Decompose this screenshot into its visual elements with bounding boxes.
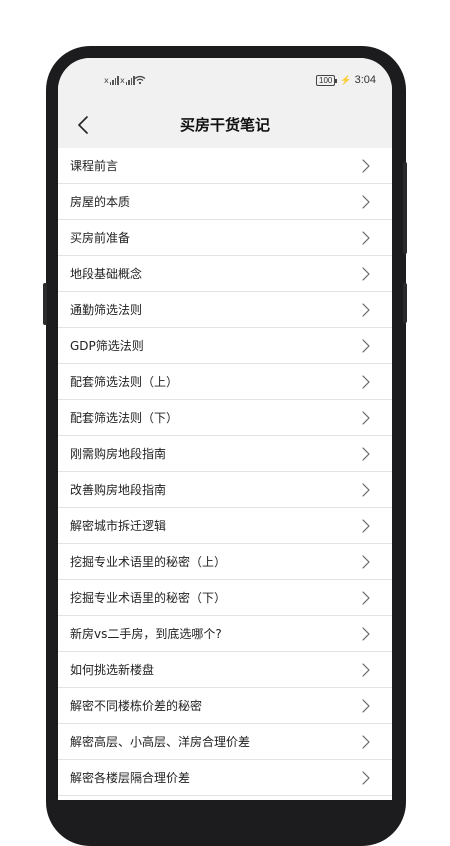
list-item-label: 新房vs二手房，到底选哪个? (70, 627, 222, 641)
volume-button (403, 283, 407, 323)
list-item-label: 买房前准备 (70, 231, 131, 245)
chevron-right-icon (362, 555, 370, 569)
list-item[interactable]: 课程前言 (58, 148, 392, 184)
signal-icon: x (104, 76, 119, 85)
chevron-right-icon (362, 483, 370, 497)
list-item[interactable]: 配套筛选法则（下） (58, 400, 392, 436)
list-item-label: 配套筛选法则（上） (70, 375, 179, 389)
chevron-right-icon (362, 411, 370, 425)
list-item[interactable]: 解密各楼层隔合理价差 (58, 760, 392, 796)
list-item[interactable]: 挖掘专业术语里的秘密（上） (58, 544, 392, 580)
back-button[interactable] (68, 110, 98, 140)
course-list: 课程前言房屋的本质买房前准备地段基础概念 通勤筛选法则 GDP筛选法则配套筛选法则（… (58, 148, 392, 796)
chevron-right-icon (362, 699, 370, 713)
chevron-right-icon (362, 195, 370, 209)
side-button-left (43, 283, 47, 325)
list-item-label: 通勤筛选法则 (70, 303, 143, 317)
list-item-label: 解密高层、小高层、洋房合理价差 (70, 735, 251, 749)
list-item[interactable]: 改善购房地段指南 (58, 472, 392, 508)
no-sim-label-2: x (120, 76, 125, 85)
list-item[interactable]: 新房vs二手房，到底选哪个? (58, 616, 392, 652)
chevron-right-icon (362, 447, 370, 461)
chevron-right-icon (362, 735, 370, 749)
chevron-right-icon (362, 663, 370, 677)
list-item[interactable]: 解密高层、小高层、洋房合理价差 (58, 724, 392, 760)
list-item-label: 解密不同楼栋价差的秘密 (70, 699, 203, 713)
charging-icon: ⚡ (340, 74, 352, 85)
list-item[interactable]: 买房前准备 (58, 220, 392, 256)
chevron-right-icon (362, 267, 370, 281)
list-item-label: 解密各楼层隔合理价差 (70, 771, 191, 785)
list-item[interactable]: 如何挑选新楼盘 (58, 652, 392, 688)
list-item-label: 刚需购房地段指南 (70, 447, 167, 461)
chevron-right-icon (362, 375, 370, 389)
screen: x x 100 ⚡ 3:04 买房干货笔记 课程前言房屋的本质买房前准备地段基础… (58, 58, 392, 800)
list-item[interactable]: 解密不同楼栋价差的秘密 (58, 688, 392, 724)
wifi-icon (134, 75, 146, 85)
list-item[interactable]: 挖掘专业术语里的秘密（下） (58, 580, 392, 616)
chevron-right-icon (362, 519, 370, 533)
clock: 3:04 (354, 74, 376, 86)
status-bar: x x 100 ⚡ 3:04 (58, 58, 392, 102)
chevron-right-icon (362, 303, 370, 317)
battery-icon: 100 (316, 74, 338, 86)
list-item[interactable]: 刚需购房地段指南 (58, 436, 392, 472)
chevron-right-icon (362, 771, 370, 785)
list-item-label: 配套筛选法则（下） (70, 411, 179, 425)
list-item-label: 改善购房地段指南 (70, 483, 167, 497)
header-bar: 买房干货笔记 (58, 102, 392, 148)
chevron-right-icon (362, 591, 370, 605)
list-item-label: 如何挑选新楼盘 (70, 663, 155, 677)
list-item[interactable]: 房屋的本质 (58, 184, 392, 220)
chevron-right-icon (362, 627, 370, 641)
signal-icon-2: x (120, 76, 135, 85)
list-item-label: 挖掘专业术语里的秘密（上） (70, 555, 227, 569)
list-item-label: 挖掘专业术语里的秘密（下） (70, 591, 227, 605)
power-button (403, 162, 407, 254)
back-arrow-icon (78, 116, 88, 134)
chevron-right-icon (362, 339, 370, 353)
chevron-right-icon (362, 159, 370, 173)
list-item-label: GDP筛选法则 (70, 339, 144, 353)
status-right: 100 ⚡ 3:04 (316, 74, 376, 86)
no-sim-label: x (104, 76, 109, 85)
list-item-label: 解密城市拆迁逻辑 (70, 519, 167, 533)
list-item[interactable]: GDP筛选法则 (58, 328, 392, 364)
list-item[interactable]: 地段基础概念 (58, 256, 392, 292)
list-item-label: 课程前言 (70, 159, 119, 173)
list-item[interactable]: 解密城市拆迁逻辑 (58, 508, 392, 544)
list-item-label: 地段基础概念 (70, 267, 143, 281)
chevron-right-icon (362, 231, 370, 245)
page-title: 买房干货笔记 (179, 116, 270, 134)
list-item[interactable]: 通勤筛选法则 (58, 292, 392, 328)
list-item[interactable]: 配套筛选法则（上） (58, 364, 392, 400)
list-item-label: 房屋的本质 (70, 195, 131, 209)
